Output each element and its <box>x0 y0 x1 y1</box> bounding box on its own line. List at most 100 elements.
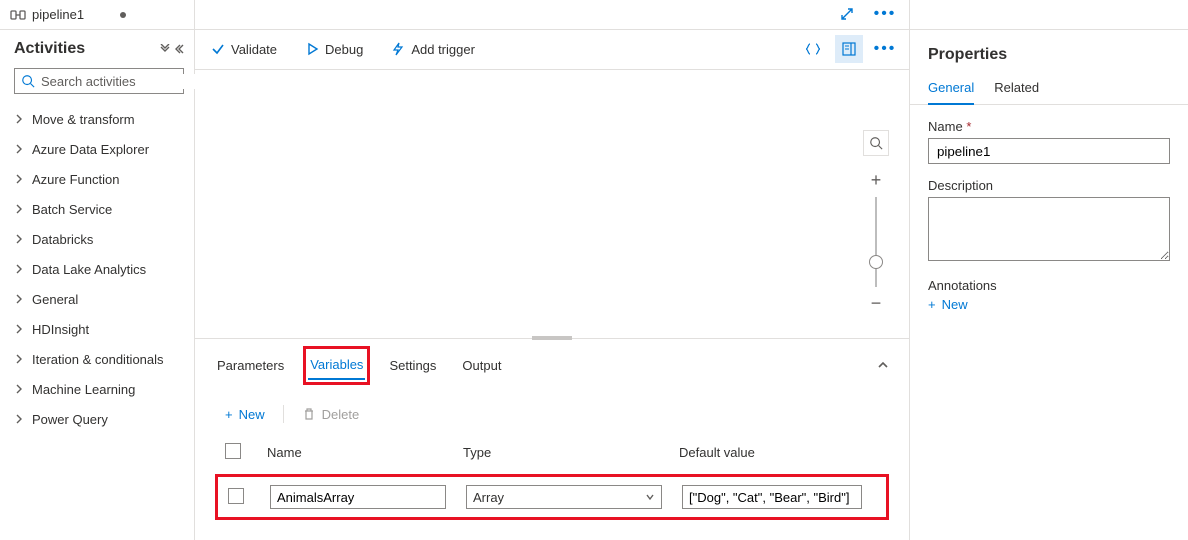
column-name: Name <box>267 445 443 460</box>
activities-group[interactable]: Machine Learning <box>0 374 194 404</box>
search-icon <box>21 74 35 88</box>
chevron-right-icon <box>14 294 24 304</box>
activities-panel: pipeline1 Activities Move & transform Az… <box>0 0 195 540</box>
chevron-right-icon <box>14 174 24 184</box>
debug-label: Debug <box>325 42 363 57</box>
tab-strip: pipeline1 <box>0 0 194 30</box>
description-textarea[interactable] <box>928 197 1170 261</box>
plus-icon: + <box>928 297 936 312</box>
chevron-right-icon <box>14 234 24 244</box>
add-trigger-button[interactable]: Add trigger <box>385 38 481 61</box>
new-annotation-label: New <box>942 297 968 312</box>
variable-type-select[interactable]: Array <box>466 485 662 509</box>
new-annotation-button[interactable]: + New <box>928 293 1170 316</box>
pipeline-icon <box>10 7 26 23</box>
name-label: Name * <box>928 119 1170 134</box>
delete-label: Delete <box>322 407 360 422</box>
activities-group[interactable]: HDInsight <box>0 314 194 344</box>
tab-settings[interactable]: Settings <box>387 352 438 379</box>
row-checkbox[interactable] <box>228 488 244 504</box>
annotations-label: Annotations <box>928 278 1170 293</box>
activities-group-label: Iteration & conditionals <box>32 352 164 367</box>
zoom-thumb[interactable] <box>869 255 883 269</box>
activities-list: Move & transform Azure Data Explorer Azu… <box>0 102 194 436</box>
props-header-strip <box>910 0 1188 30</box>
activities-header: Activities <box>0 30 194 64</box>
new-variable-button[interactable]: + New <box>225 407 265 422</box>
bottom-tabs: Parameters Variables Settings Output <box>215 343 889 387</box>
activities-group-label: HDInsight <box>32 322 89 337</box>
trigger-icon <box>391 42 405 56</box>
chevron-right-icon <box>14 324 24 334</box>
main-panel: ••• Validate Debug Add trigger ••• + − <box>195 0 910 540</box>
chevron-down-icon <box>645 492 655 502</box>
unsaved-indicator <box>120 12 126 18</box>
variables-table-header: Name Type Default value <box>215 437 889 468</box>
activities-group[interactable]: Data Lake Analytics <box>0 254 194 284</box>
properties-toggle-icon[interactable] <box>835 35 863 63</box>
activities-group-label: Machine Learning <box>32 382 135 397</box>
activities-group-label: Databricks <box>32 232 93 247</box>
variable-type-value: Array <box>473 490 504 505</box>
activities-group[interactable]: Power Query <box>0 404 194 434</box>
activities-group[interactable]: General <box>0 284 194 314</box>
activities-group[interactable]: Batch Service <box>0 194 194 224</box>
variable-default-input[interactable] <box>682 485 862 509</box>
chevron-right-icon <box>14 354 24 364</box>
pipeline-canvas[interactable]: + − <box>195 70 909 338</box>
activities-group[interactable]: Iteration & conditionals <box>0 344 194 374</box>
pipeline-toolbar: Validate Debug Add trigger ••• <box>195 30 909 70</box>
collapse-down-icon[interactable] <box>160 44 170 54</box>
delete-variable-button: Delete <box>302 407 360 422</box>
panel-resize-handle[interactable] <box>532 336 572 340</box>
expand-icon[interactable] <box>833 0 861 28</box>
activities-group[interactable]: Azure Data Explorer <box>0 134 194 164</box>
add-trigger-label: Add trigger <box>411 42 475 57</box>
activities-group[interactable]: Move & transform <box>0 104 194 134</box>
new-label: New <box>239 407 265 422</box>
more-icon[interactable]: ••• <box>871 0 899 28</box>
collapse-left-icon[interactable] <box>174 44 184 54</box>
column-type: Type <box>463 445 659 460</box>
activities-group-label: Azure Function <box>32 172 119 187</box>
activities-group-label: General <box>32 292 78 307</box>
properties-panel: Properties General Related Name * Descri… <box>910 0 1188 540</box>
chevron-right-icon <box>14 384 24 394</box>
main-header-strip: ••• <box>195 0 909 30</box>
zoom-out-button[interactable]: − <box>871 293 882 314</box>
select-all-checkbox[interactable] <box>225 443 241 459</box>
tab-parameters[interactable]: Parameters <box>215 352 286 379</box>
description-field: Description <box>928 178 1170 264</box>
validate-label: Validate <box>231 42 277 57</box>
debug-button[interactable]: Debug <box>299 38 369 61</box>
tab-title[interactable]: pipeline1 <box>32 7 84 22</box>
properties-tabs: General Related <box>910 74 1188 105</box>
activities-search[interactable] <box>14 68 184 94</box>
tab-output[interactable]: Output <box>460 352 503 379</box>
trash-icon <box>302 407 316 421</box>
tab-variables[interactable]: Variables <box>308 351 365 380</box>
activities-group-label: Data Lake Analytics <box>32 262 146 277</box>
activities-group-label: Batch Service <box>32 202 112 217</box>
zoom-slider[interactable] <box>875 197 877 287</box>
collapse-panel-icon[interactable] <box>877 359 889 371</box>
activities-group-label: Azure Data Explorer <box>32 142 149 157</box>
canvas-search-button[interactable] <box>863 130 889 156</box>
activities-group[interactable]: Databricks <box>0 224 194 254</box>
check-icon <box>211 42 225 56</box>
canvas-tools: + − <box>863 130 889 314</box>
name-input[interactable] <box>928 138 1170 164</box>
more-actions-icon[interactable]: ••• <box>871 35 899 63</box>
description-label: Description <box>928 178 1170 193</box>
chevron-right-icon <box>14 114 24 124</box>
tab-general[interactable]: General <box>928 74 974 105</box>
activities-group[interactable]: Azure Function <box>0 164 194 194</box>
search-input[interactable] <box>41 74 217 89</box>
tab-related[interactable]: Related <box>994 74 1039 104</box>
code-view-icon[interactable] <box>799 35 827 63</box>
properties-title: Properties <box>910 30 1188 74</box>
zoom-in-button[interactable]: + <box>871 170 882 191</box>
chevron-right-icon <box>14 414 24 424</box>
variable-name-input[interactable] <box>270 485 446 509</box>
validate-button[interactable]: Validate <box>205 38 283 61</box>
